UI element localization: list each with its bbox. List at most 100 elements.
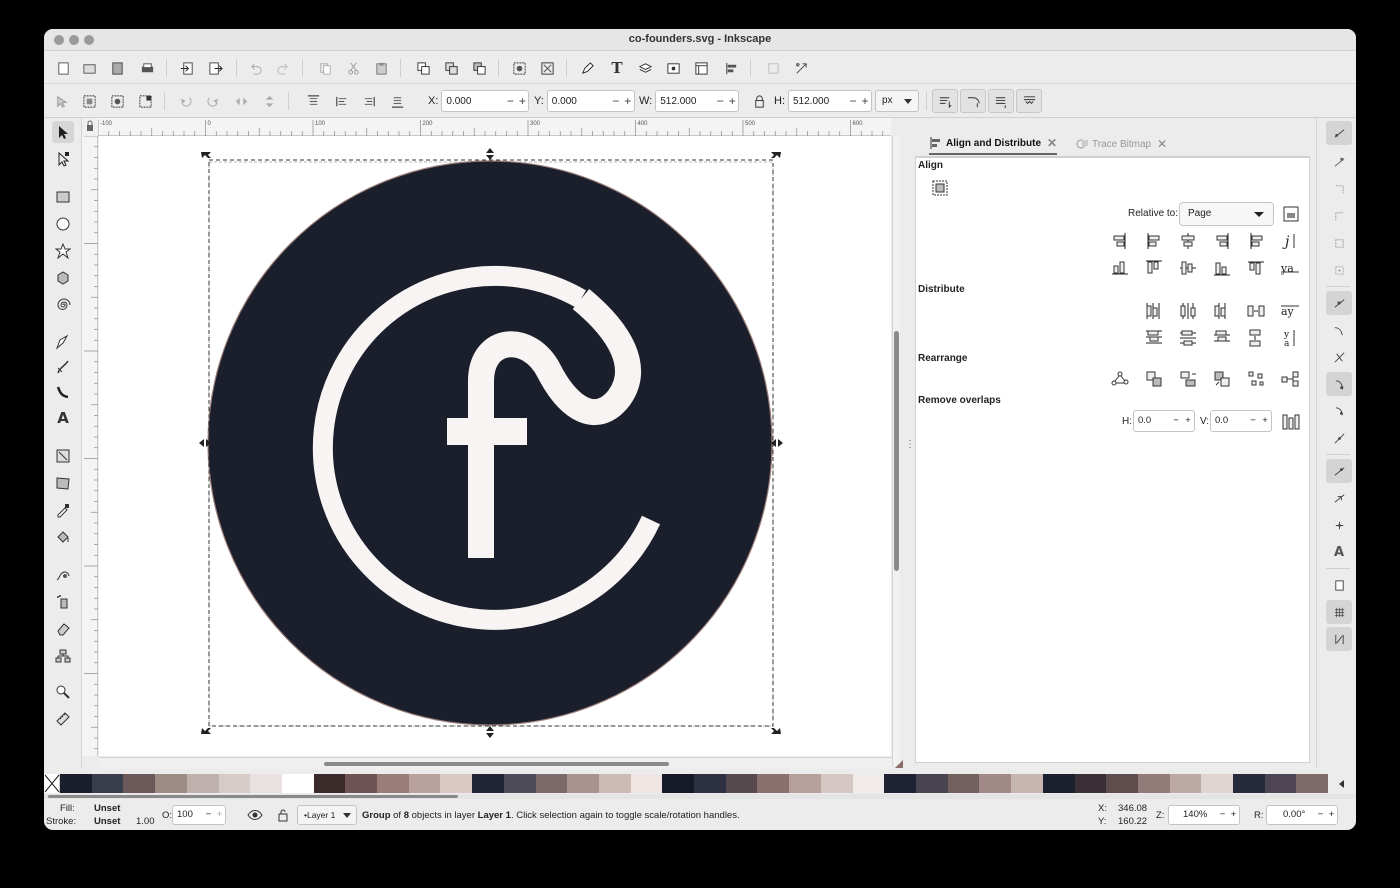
snap-nodes-icon[interactable] [1326,291,1352,315]
distribute-top-edges-icon[interactable] [1137,324,1171,351]
distribute-right-edges-icon[interactable] [1205,297,1239,324]
handle-bottom-left[interactable] [201,728,211,734]
align-right-edges-icon[interactable] [1205,227,1239,254]
palette-swatch[interactable] [250,774,282,793]
copy-icon[interactable] [314,57,336,79]
star-tool-icon[interactable] [52,240,74,262]
palette-swatch[interactable] [1106,774,1138,793]
toggle-layer-lock-icon[interactable] [276,807,290,823]
stroke-value[interactable]: Unset [94,816,120,827]
snap-bbox-edges-icon[interactable] [1326,177,1352,201]
palette-swatch[interactable] [1233,774,1265,793]
palette-swatch[interactable] [60,774,92,793]
selector-tool-icon[interactable] [52,121,74,143]
palette-swatch[interactable] [852,774,885,793]
unit-select[interactable]: px [875,90,919,112]
snap-paths-icon[interactable] [1326,318,1352,342]
zoom-input[interactable]: 140% [1173,806,1217,824]
palette-swatch[interactable] [694,774,726,793]
dropper-tool-icon[interactable] [52,499,74,521]
palette-swatch[interactable] [91,774,124,793]
distribute-gaps-vertical-icon[interactable] [1239,324,1273,351]
pen-tool-icon[interactable] [52,356,74,378]
overlap-h-input[interactable]: 0.0 [1138,411,1170,431]
invert-selection-icon[interactable] [106,90,128,112]
palette-swatch[interactable] [1011,774,1043,793]
exchange-z-order-icon[interactable] [1205,365,1239,392]
connector-tool-icon[interactable] [52,645,74,667]
relative-to-select[interactable]: Page [1179,202,1274,226]
palette-swatch[interactable] [313,774,346,793]
height-decrement-button[interactable]: − [847,94,859,108]
y-decrement-button[interactable]: − [610,94,622,108]
current-layer-select[interactable]: •Layer 1 [297,805,357,825]
palette-swatch[interactable] [884,774,916,793]
palette-swatch[interactable] [218,774,251,793]
rotation-decrement-button[interactable]: − [1315,806,1326,824]
ungroup-icon[interactable] [536,57,558,79]
distribute-bottom-edges-icon[interactable] [1205,324,1239,351]
new-document-icon[interactable] [52,57,74,79]
undo-icon[interactable] [244,57,266,79]
overlap-h-decrement-button[interactable]: − [1170,411,1182,431]
palette-swatch[interactable] [630,774,663,793]
treat-as-group-icon[interactable] [930,178,950,198]
rectangle-tool-icon[interactable] [52,186,74,208]
palette-swatch[interactable] [123,774,156,793]
gradient-tool-icon[interactable] [52,445,74,467]
lock-proportions-icon[interactable] [748,90,770,112]
select-all-layers-icon[interactable] [78,90,100,112]
palette-swatch[interactable] [1201,774,1234,793]
vertical-scroll-thumb[interactable] [894,331,899,571]
lower-to-bottom-icon[interactable] [386,90,408,112]
canvas-corner-icon[interactable] [892,757,906,771]
palette-swatch[interactable] [345,774,378,793]
palette-swatch[interactable] [1169,774,1202,793]
horizontal-scroll-thumb[interactable] [324,762,669,766]
select-all-icon[interactable] [50,90,72,112]
y-increment-button[interactable]: + [622,94,634,108]
palette-swatch[interactable] [947,774,980,793]
horizontal-scrollbar[interactable] [99,757,892,769]
preferences-icon[interactable] [790,57,812,79]
x-input[interactable]: 0.000 [442,96,504,107]
palette-swatch[interactable] [598,774,631,793]
rotation-input[interactable]: 0.00° [1271,806,1315,824]
horizontal-ruler[interactable]: -100 0 100 200 300 400 500 600 [98,118,891,136]
clone-icon[interactable] [440,57,462,79]
overlap-v-input[interactable]: 0.0 [1215,411,1247,431]
move-gradients-button[interactable] [988,89,1014,113]
height-increment-button[interactable]: + [859,94,871,108]
palette-swatch[interactable] [440,774,473,793]
stroke-width-value[interactable]: 1.00 [136,816,155,827]
flip-vertical-icon[interactable] [258,90,280,112]
fill-stroke-icon[interactable] [576,57,598,79]
zoom-selection-icon[interactable] [762,57,784,79]
snap-path-intersections-icon[interactable] [1326,345,1352,369]
palette-swatch[interactable] [915,774,948,793]
palette-swatch[interactable] [1137,774,1170,793]
opacity-input[interactable]: 100 [177,806,203,824]
rotation-increment-button[interactable]: + [1326,806,1337,824]
palette-swatch[interactable] [281,774,314,793]
align-top-to-bottom-icon[interactable] [1239,254,1273,281]
align-baseline-vertical-icon[interactable]: j [1273,227,1307,254]
overlap-h-increment-button[interactable]: + [1182,411,1194,431]
overlap-v-increment-button[interactable]: + [1259,411,1271,431]
box-3d-tool-icon[interactable] [52,267,74,289]
scale-radii-button[interactable] [960,89,986,113]
snap-bbox-centers-icon[interactable] [1326,258,1352,282]
snap-cusp-nodes-icon[interactable] [1326,372,1352,396]
palette-swatch[interactable] [662,774,695,793]
palette-swatch[interactable] [408,774,441,793]
distribute-centers-horizontal-icon[interactable] [1171,297,1205,324]
snap-bbox-corners-icon[interactable] [1326,204,1352,228]
snap-bbox-icon[interactable] [1326,150,1352,174]
align-right-edges-to-left-icon[interactable] [1103,227,1137,254]
align-distribute-icon[interactable] [720,57,742,79]
open-file-icon[interactable] [78,57,100,79]
raise-icon[interactable] [330,90,352,112]
move-patterns-button[interactable] [1016,89,1042,113]
palette-swatch[interactable] [1296,774,1329,793]
width-decrement-button[interactable]: − [714,94,726,108]
